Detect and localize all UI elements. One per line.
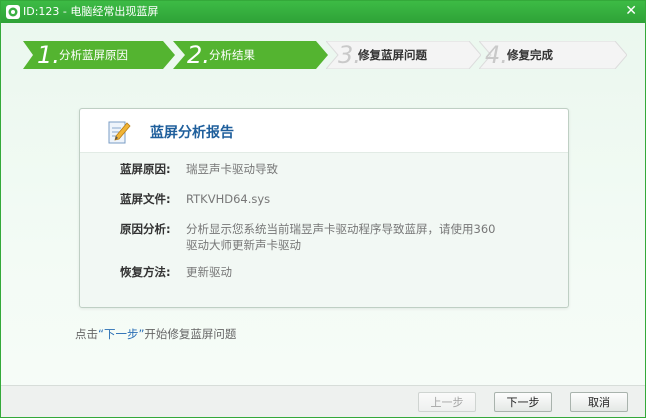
row-key: 恢复方法: [120,265,171,279]
cancel-button[interactable]: 取消 [570,392,628,412]
row-value: RTKVHD64.sys [186,192,271,206]
step-label: 分析蓝屏原因 [59,48,128,62]
hint-highlight: “下一步” [98,327,145,341]
step-label: 修复蓝屏问题 [358,48,427,62]
row-key: 原因分析: [120,222,171,236]
step-number: 2. [187,41,210,69]
document-edit-icon [108,121,131,144]
step-number: 1. [37,41,60,69]
window-title: ID:123 - 电脑经常出现蓝屏 [23,5,159,18]
step-2: 2. 分析结果 [173,41,328,69]
hint-suffix: 开始修复蓝屏问题 [144,327,237,341]
app-logo-icon [6,5,20,19]
step-progress: 1. 分析蓝屏原因 2. 分析结果 3. 修复蓝屏问题 4. 修复完成 [23,41,633,69]
step-number: 4. [485,41,508,69]
hint-prefix: 点击 [75,327,98,341]
row-key: 蓝屏原因: [120,162,171,176]
row-value: 更新驱动 [186,265,232,279]
report-header: 蓝屏分析报告 [80,109,568,153]
button-bar: 上一步 下一步 取消 [1,385,645,417]
dialog-window: ID:123 - 电脑经常出现蓝屏 ✕ 1. 分析蓝屏原因 2. 分析结果 3.… [0,0,646,418]
step-4: 4. 修复完成 [479,41,627,69]
prev-step-button[interactable]: 上一步 [418,392,476,412]
next-step-button[interactable]: 下一步 [494,392,552,412]
report-title: 蓝屏分析报告 [150,125,234,141]
close-icon[interactable]: ✕ [625,3,637,19]
next-step-hint: 点击“下一步”开始修复蓝屏问题 [75,327,236,341]
row-key: 蓝屏文件: [120,192,171,206]
step-label: 分析结果 [209,48,255,62]
step-1: 1. 分析蓝屏原因 [23,41,175,69]
row-value: 瑞昱声卡驱动导致 [186,162,278,176]
title-bar[interactable]: ID:123 - 电脑经常出现蓝屏 ✕ [1,1,645,23]
report-panel: 蓝屏分析报告 蓝屏原因: 瑞昱声卡驱动导致 蓝屏文件: RTKVHD64.sys… [79,108,569,308]
row-value: 分析显示您系统当前瑞昱声卡驱动程序导致蓝屏，请使用360驱动大师更新声卡驱动 [186,222,496,252]
step-3: 3. 修复蓝屏问题 [326,41,481,69]
step-label: 修复完成 [507,48,553,62]
